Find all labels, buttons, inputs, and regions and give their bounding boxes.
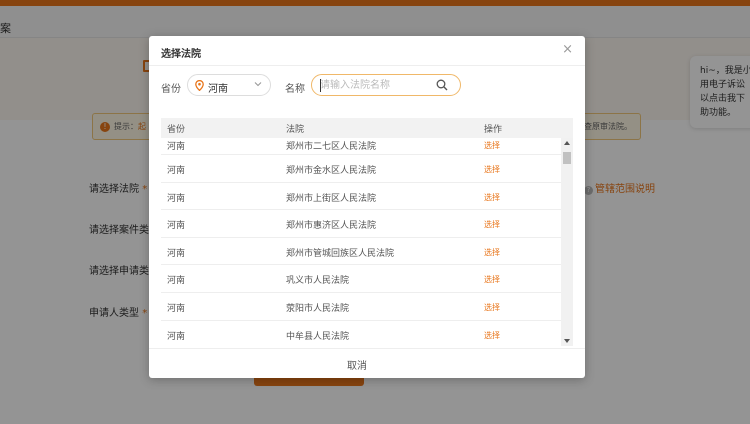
cell-court: 郑州市二七区人民法院 xyxy=(286,142,377,152)
cell-province: 河南 xyxy=(167,221,186,232)
search-icon[interactable] xyxy=(436,79,448,91)
close-icon[interactable]: × xyxy=(562,42,573,57)
text-cursor xyxy=(320,79,321,92)
province-label: 省份 xyxy=(161,84,181,95)
column-header-province: 省份 xyxy=(167,125,186,135)
cell-court: 郑州市管城回族区人民法院 xyxy=(286,248,395,259)
table-body: 河南 郑州市二七区人民法院 选择 河南 郑州市金水区人民法院 选择 河南 郑州市… xyxy=(161,138,561,346)
select-court-button[interactable]: 选择 xyxy=(484,140,500,151)
select-court-button[interactable]: 选择 xyxy=(484,164,500,175)
table-header: 省份 法院 操作 xyxy=(161,118,573,138)
modal-title: 选择法院 xyxy=(161,49,201,60)
column-header-court: 法院 xyxy=(286,125,305,135)
table-row: 河南 郑州市上街区人民法院 选择 xyxy=(161,183,561,211)
court-search-box[interactable] xyxy=(311,74,461,96)
chevron-down-icon xyxy=(254,82,262,87)
cell-court: 郑州市惠济区人民法院 xyxy=(286,221,377,232)
cell-court: 郑州市上街区人民法院 xyxy=(286,193,377,204)
scroll-up-arrow-icon[interactable] xyxy=(564,141,570,145)
table-row: 河南 中牟县人民法院 选择 xyxy=(161,321,561,346)
table-scrollbar[interactable] xyxy=(561,138,573,346)
table-row: 河南 荥阳市人民法院 选择 xyxy=(161,293,561,321)
province-value: 河南 xyxy=(208,84,228,95)
select-court-button[interactable]: 选择 xyxy=(484,247,500,258)
province-select[interactable]: 河南 xyxy=(187,74,271,96)
table-row: 河南 郑州市金水区人民法院 选择 xyxy=(161,155,561,183)
scrollbar-thumb[interactable] xyxy=(563,152,571,164)
cell-province: 河南 xyxy=(167,193,186,204)
cell-province: 河南 xyxy=(167,248,186,259)
court-table: 省份 法院 操作 河南 郑州市二七区人民法院 选择 河南 郑州市金水区人民法院 … xyxy=(161,118,573,346)
select-court-button[interactable]: 选择 xyxy=(484,302,500,313)
select-court-button[interactable]: 选择 xyxy=(484,330,500,341)
select-court-button[interactable]: 选择 xyxy=(484,192,500,203)
cell-province: 河南 xyxy=(167,142,186,152)
cancel-button[interactable]: 取消 xyxy=(347,357,367,372)
court-search-input[interactable] xyxy=(320,78,430,93)
table-row: 河南 郑州市惠济区人民法院 选择 xyxy=(161,210,561,238)
divider xyxy=(149,348,585,349)
location-pin-icon xyxy=(195,80,204,91)
cell-province: 河南 xyxy=(167,166,186,176)
select-court-modal: 选择法院 × 省份 河南 名称 省份 法院 操作 河南 郑州市二七区人民法院 xyxy=(149,36,585,378)
table-row: 河南 郑州市二七区人民法院 选择 xyxy=(161,138,561,155)
cell-province: 河南 xyxy=(167,276,186,287)
scroll-down-arrow-icon[interactable] xyxy=(564,339,570,343)
cell-province: 河南 xyxy=(167,303,186,314)
name-label: 名称 xyxy=(285,84,305,95)
table-row: 河南 巩义市人民法院 选择 xyxy=(161,265,561,293)
table-row: 河南 郑州市管城回族区人民法院 选择 xyxy=(161,238,561,266)
cell-court: 荥阳市人民法院 xyxy=(286,303,350,314)
cell-court: 郑州市金水区人民法院 xyxy=(286,166,377,176)
column-header-action: 操作 xyxy=(484,125,503,135)
cell-court: 巩义市人民法院 xyxy=(286,276,350,287)
cell-province: 河南 xyxy=(167,331,186,342)
cell-court: 中牟县人民法院 xyxy=(286,331,350,342)
select-court-button[interactable]: 选择 xyxy=(484,219,500,230)
divider xyxy=(149,65,585,66)
select-court-button[interactable]: 选择 xyxy=(484,274,500,285)
